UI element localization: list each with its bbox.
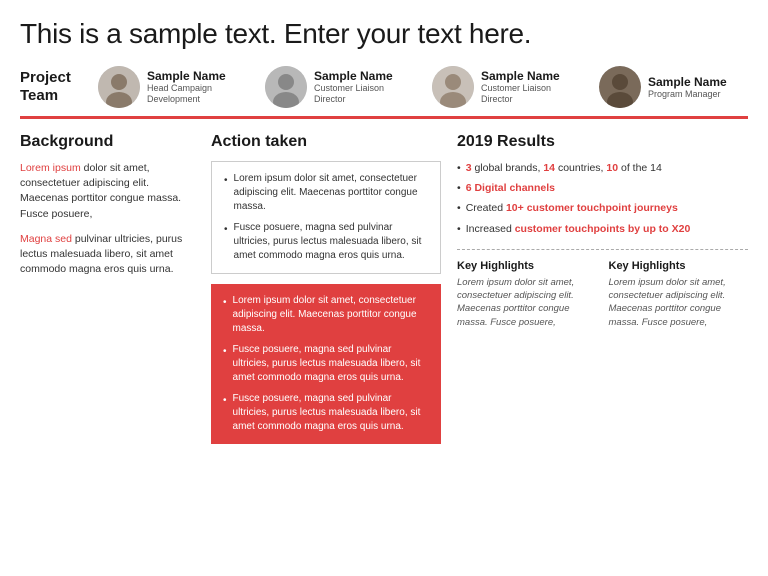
action-white-text-2: Fusce posuere, magna sed pulvinar ultric… — [234, 221, 428, 263]
results-title: 2019 Results — [457, 133, 748, 151]
member-info-3: Sample Name Customer Liaison Director — [481, 69, 581, 105]
action-title: Action taken — [211, 133, 441, 151]
result-text-1: 3 global brands, 14 countries, 10 of the… — [466, 161, 662, 176]
action-white-item-1: • Lorem ipsum dolor sit amet, consectetu… — [224, 172, 428, 214]
member-role-2: Customer Liaison Director — [314, 83, 414, 105]
bullet-dot-r2: • — [223, 345, 227, 385]
team-member-4: Sample Name Program Manager — [599, 66, 727, 108]
member-info-2: Sample Name Customer Liaison Director — [314, 69, 414, 105]
section-divider — [20, 116, 748, 119]
background-title: Background — [20, 133, 195, 151]
action-column: Action taken • Lorem ipsum dolor sit ame… — [211, 133, 441, 444]
key-highlight-text-2: Lorem ipsum dolor sit amet, consectetuer… — [609, 276, 749, 329]
project-team-section: ProjectTeam Sample Name Head Campaign De… — [20, 66, 748, 108]
member-info-1: Sample Name Head Campaign Development — [147, 69, 247, 105]
team-member-3: Sample Name Customer Liaison Director — [432, 66, 581, 108]
bullet-dot-1: • — [224, 174, 228, 214]
results-list: 3 global brands, 14 countries, 10 of the… — [457, 161, 748, 237]
results-column: 2019 Results 3 global brands, 14 countri… — [457, 133, 748, 329]
action-red-text-2: Fusce posuere, magna sed pulvinar ultric… — [233, 343, 429, 385]
background-block-2: Magna sed pulvinar ultricies, purus lect… — [20, 232, 195, 278]
key-highlights-row: Key Highlights Lorem ipsum dolor sit ame… — [457, 260, 748, 329]
avatar-4 — [599, 66, 641, 108]
key-highlight-col-2: Key Highlights Lorem ipsum dolor sit ame… — [609, 260, 749, 329]
member-name-4: Sample Name — [648, 75, 727, 89]
background-block-1: Lorem ipsum dolor sit amet, consectetuer… — [20, 161, 195, 222]
action-red-item-2: • Fusce posuere, magna sed pulvinar ultr… — [223, 343, 429, 385]
action-white-text-1: Lorem ipsum dolor sit amet, consectetuer… — [234, 172, 428, 214]
member-name-3: Sample Name — [481, 69, 581, 83]
team-member-1: Sample Name Head Campaign Development — [98, 66, 247, 108]
results-divider — [457, 249, 748, 250]
action-red-box: • Lorem ipsum dolor sit amet, consectetu… — [211, 284, 441, 444]
avatar-2 — [265, 66, 307, 108]
action-red-item-3: • Fusce posuere, magna sed pulvinar ultr… — [223, 392, 429, 434]
background-column: Background Lorem ipsum dolor sit amet, c… — [20, 133, 195, 288]
action-white-box: • Lorem ipsum dolor sit amet, consectetu… — [211, 161, 441, 274]
background-highlight-1: Lorem ipsum — [20, 162, 81, 174]
avatar-3 — [432, 66, 474, 108]
member-name-2: Sample Name — [314, 69, 414, 83]
main-content: Background Lorem ipsum dolor sit amet, c… — [20, 133, 748, 444]
member-role-4: Program Manager — [648, 89, 727, 100]
bullet-dot-r3: • — [223, 394, 227, 434]
result-text-4: Increased customer touchpoints by up to … — [466, 222, 691, 237]
project-team-label: ProjectTeam — [20, 69, 88, 105]
action-red-text-1: Lorem ipsum dolor sit amet, consectetuer… — [233, 294, 429, 336]
member-info-4: Sample Name Program Manager — [648, 75, 727, 100]
member-role-3: Customer Liaison Director — [481, 83, 581, 105]
page-title: This is a sample text. Enter your text h… — [20, 18, 748, 50]
action-red-text-3: Fusce posuere, magna sed pulvinar ultric… — [233, 392, 429, 434]
result-text-2: 6 Digital channels — [466, 181, 555, 196]
bullet-dot-r1: • — [223, 296, 227, 336]
action-red-item-1: • Lorem ipsum dolor sit amet, consectetu… — [223, 294, 429, 336]
key-highlight-col-1: Key Highlights Lorem ipsum dolor sit ame… — [457, 260, 597, 329]
result-text-3: Created 10+ customer touchpoint journeys — [466, 201, 678, 216]
team-member-2: Sample Name Customer Liaison Director — [265, 66, 414, 108]
avatar-1 — [98, 66, 140, 108]
result-item-1: 3 global brands, 14 countries, 10 of the… — [457, 161, 748, 176]
member-name-1: Sample Name — [147, 69, 247, 83]
team-members: Sample Name Head Campaign Development Sa… — [98, 66, 727, 108]
bullet-dot-2: • — [224, 223, 228, 263]
member-role-1: Head Campaign Development — [147, 83, 247, 105]
result-item-4: Increased customer touchpoints by up to … — [457, 222, 748, 237]
result-item-2: 6 Digital channels — [457, 181, 748, 196]
key-highlight-title-2: Key Highlights — [609, 260, 749, 272]
result-item-3: Created 10+ customer touchpoint journeys — [457, 201, 748, 216]
key-highlight-title-1: Key Highlights — [457, 260, 597, 272]
action-white-item-2: • Fusce posuere, magna sed pulvinar ultr… — [224, 221, 428, 263]
background-highlight-2: Magna sed — [20, 233, 72, 245]
key-highlight-text-1: Lorem ipsum dolor sit amet, consectetuer… — [457, 276, 597, 329]
